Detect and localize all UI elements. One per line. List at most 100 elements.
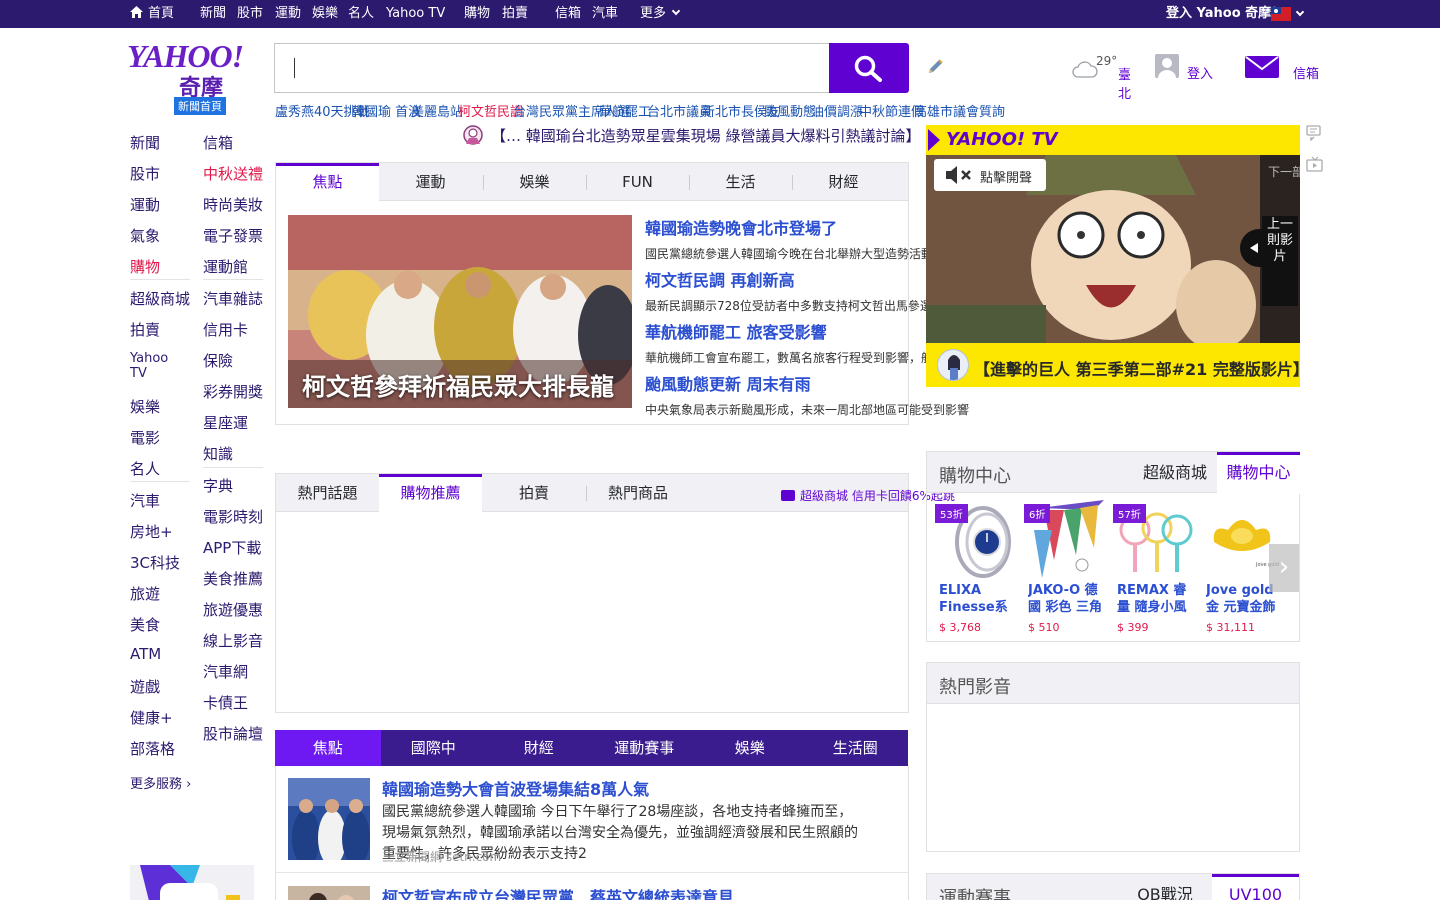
tab-shop-auction[interactable]: 拍賣 bbox=[482, 474, 586, 512]
news-thumbnail[interactable] bbox=[288, 778, 370, 860]
chevron-down-icon[interactable] bbox=[1295, 7, 1305, 17]
tab-news-focus[interactable]: 焦點 bbox=[276, 163, 379, 202]
nav-item[interactable]: 名人 bbox=[130, 458, 160, 479]
taiwan-flag-icon[interactable] bbox=[1271, 7, 1291, 21]
tab-super-mall[interactable]: 超級商城 bbox=[1133, 452, 1217, 493]
topbar-item[interactable]: 新聞 bbox=[200, 0, 226, 28]
tab-bottom-sports[interactable]: 運動賽事 bbox=[592, 730, 698, 766]
video-caption-bar[interactable]: 【進擊的巨人 第三季第二部#21 完整版影片】 bbox=[926, 343, 1309, 387]
topbar-home-link[interactable]: 首頁 bbox=[130, 0, 174, 28]
tab-bottom-world[interactable]: 國際中 bbox=[381, 730, 487, 766]
news-story-title[interactable]: 颱風動態更新 周末有雨 bbox=[645, 371, 905, 395]
tab-shop-hot-items[interactable]: 熱門商品 bbox=[586, 474, 690, 512]
nav-item[interactable]: 購物 bbox=[130, 256, 160, 277]
topbar-item[interactable]: Yahoo TV bbox=[386, 0, 445, 28]
weather-widget[interactable]: 29° 臺北 bbox=[1072, 54, 1142, 102]
news-item-title[interactable]: 韓國瑜造勢大會首波登場集結8萬人氣 bbox=[382, 776, 649, 800]
tab-news-life[interactable]: 生活 bbox=[689, 163, 792, 201]
tab-ob[interactable]: OB戰況 bbox=[1127, 874, 1203, 900]
nav-item[interactable]: 運動 bbox=[130, 194, 160, 215]
topbar-item[interactable]: 購物 bbox=[464, 0, 490, 28]
news-story-title[interactable]: 韓國瑜造勢晚會北市登場了 bbox=[645, 215, 905, 239]
yahoo-logo[interactable]: YAHOO! 奇摩 新聞首頁 bbox=[127, 40, 247, 115]
nav-item[interactable]: 星座運 bbox=[203, 412, 248, 433]
news-item-title[interactable]: 柯文哲宣布成立台灣民眾黨 蔡英文總統表達意見 bbox=[382, 884, 734, 900]
topbar-more-menu[interactable]: 更多 bbox=[640, 0, 681, 28]
nav-item[interactable]: 娛樂 bbox=[130, 396, 160, 417]
tab-shop-recommend[interactable]: 購物推薦 bbox=[379, 474, 482, 513]
trending-link[interactable]: 高雄市議會質詢 bbox=[914, 101, 1005, 120]
tv-icon[interactable] bbox=[1306, 156, 1324, 172]
nav-item[interactable]: 健康+ bbox=[130, 707, 173, 728]
chat-icon[interactable] bbox=[1306, 125, 1324, 141]
nav-item[interactable]: 汽車 bbox=[130, 490, 160, 511]
topbar-item[interactable]: 運動 bbox=[275, 0, 301, 28]
trending-link[interactable]: 華航罷工 bbox=[599, 101, 651, 120]
nav-item[interactable]: 電影時刻 bbox=[203, 506, 263, 527]
more-services-link[interactable]: 更多服務 › bbox=[130, 773, 191, 792]
nav-item[interactable]: 信箱 bbox=[203, 132, 233, 153]
tab-news-sports[interactable]: 運動 bbox=[379, 163, 482, 201]
nav-item[interactable]: 氣象 bbox=[130, 225, 160, 246]
sidebar-ad-banner[interactable] bbox=[130, 865, 254, 900]
nav-item[interactable]: 時尚美妝 bbox=[203, 194, 263, 215]
nav-item[interactable]: 保險 bbox=[203, 350, 233, 371]
news-story-title[interactable]: 華航機師罷工 旅客受影響 bbox=[645, 319, 905, 343]
nav-item[interactable]: 股市論壇 bbox=[203, 723, 263, 744]
nav-item[interactable]: 超級商城 bbox=[130, 288, 190, 309]
news-story-title[interactable]: 柯文哲民調 再創新高 bbox=[645, 267, 905, 291]
nav-item[interactable]: 旅遊優惠 bbox=[203, 599, 263, 620]
topbar-item[interactable]: 娛樂 bbox=[312, 0, 338, 28]
nav-item[interactable]: 汽車雜誌 bbox=[203, 288, 263, 309]
trending-link[interactable]: 颱風動態 bbox=[764, 101, 816, 120]
tab-shopping-center[interactable]: 購物中心 bbox=[1217, 452, 1300, 494]
nav-item[interactable]: 知識 bbox=[203, 443, 233, 464]
topbar-item[interactable]: 名人 bbox=[348, 0, 374, 28]
nav-item[interactable]: 彩券開獎 bbox=[203, 381, 263, 402]
nav-item[interactable]: 電子發票 bbox=[203, 225, 263, 246]
tab-news-entertainment[interactable]: 娛樂 bbox=[483, 163, 586, 201]
nav-item[interactable]: 汽車網 bbox=[203, 661, 248, 682]
topbar-item[interactable]: 拍賣 bbox=[502, 0, 528, 28]
news-thumbnail[interactable] bbox=[288, 886, 370, 900]
nav-item[interactable]: 部落格 bbox=[130, 738, 175, 759]
pencil-icon[interactable] bbox=[927, 58, 945, 76]
unmute-button[interactable]: 點擊開聲 bbox=[934, 159, 1046, 191]
nav-item[interactable]: 遊戲 bbox=[130, 676, 160, 697]
nav-item[interactable]: 運動館 bbox=[203, 256, 248, 277]
nav-item[interactable]: 旅遊 bbox=[130, 583, 160, 604]
nav-item[interactable]: 新聞 bbox=[130, 132, 160, 153]
search-input[interactable] bbox=[275, 44, 830, 92]
nav-item[interactable]: 美食 bbox=[130, 614, 160, 635]
nav-item[interactable]: 房地+ bbox=[130, 521, 173, 542]
product-card[interactable]: 53折 ELIXA Finesse系列時尚女錶 $ 3,768 bbox=[927, 494, 1015, 634]
tab-bottom-entertainment[interactable]: 娛樂 bbox=[697, 730, 803, 766]
nav-item[interactable]: APP下載 bbox=[203, 537, 261, 558]
nav-item[interactable]: 線上影音 bbox=[203, 630, 263, 651]
topbar-item[interactable]: 股市 bbox=[237, 0, 263, 28]
nav-item[interactable]: 美食推薦 bbox=[203, 568, 263, 589]
product-card[interactable]: 57折 REMAX 睿量 隨身小風扇(粉藍綠) $ 399 bbox=[1105, 494, 1193, 634]
tab-bottom-life[interactable]: 生活圈 bbox=[803, 730, 909, 766]
nav-item[interactable]: 股市 bbox=[130, 163, 160, 184]
nav-item[interactable]: ATM bbox=[130, 645, 161, 663]
topbar-signin-link[interactable]: 登入 Yahoo 奇摩！ bbox=[1166, 0, 1284, 28]
carousel-next-button[interactable]: › bbox=[1269, 544, 1299, 592]
search-button[interactable] bbox=[829, 43, 909, 93]
nav-item[interactable]: 3C科技 bbox=[130, 552, 180, 573]
trending-link[interactable]: 油價調漲 bbox=[811, 101, 863, 120]
tab-bottom-focus[interactable]: 焦點 bbox=[275, 730, 381, 766]
tab-uv100[interactable]: UV100 bbox=[1212, 874, 1299, 900]
trending-link[interactable]: 美麗島站 bbox=[411, 101, 463, 120]
tab-shop-topics[interactable]: 熱門話題 bbox=[276, 474, 379, 512]
nav-item[interactable]: 信用卡 bbox=[203, 319, 248, 340]
topbar-item[interactable]: 信箱 bbox=[555, 0, 581, 28]
nav-item[interactable]: 電影 bbox=[130, 427, 160, 448]
nav-item[interactable]: 拍賣 bbox=[130, 319, 160, 340]
breaking-news-banner[interactable]: 【… 韓國瑜台北造勢眾星雲集現場 綠營議員大爆料引熱議討論】 bbox=[463, 124, 921, 150]
tab-news-fun[interactable]: FUN bbox=[586, 163, 689, 201]
yahoo-tv-header[interactable]: YAHOO! TV bbox=[926, 125, 1300, 155]
tab-news-finance[interactable]: 財經 bbox=[792, 163, 895, 201]
topbar-item[interactable]: 汽車 bbox=[592, 0, 618, 28]
nav-item[interactable]: 卡債王 bbox=[203, 692, 248, 713]
